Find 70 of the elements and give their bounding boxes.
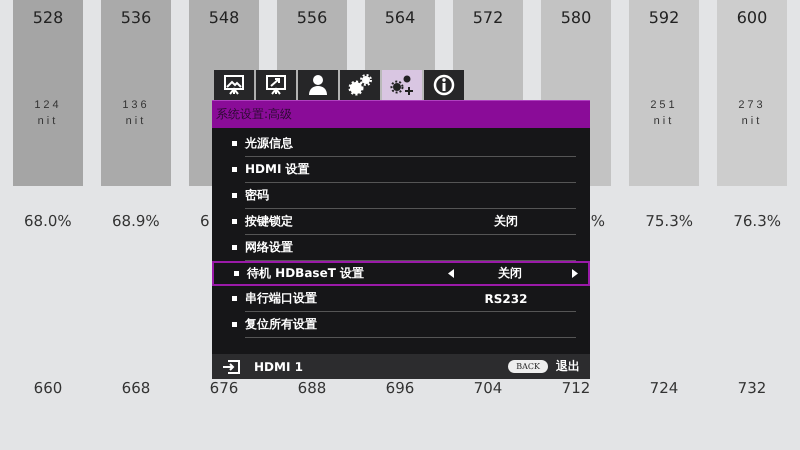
bullet-icon — [232, 322, 237, 327]
percent-label: 76.3% — [733, 212, 781, 232]
gears-icon — [348, 74, 372, 96]
gears-plus-icon — [390, 74, 414, 96]
bullet-icon — [234, 271, 239, 276]
percent-label: 68.0% — [24, 212, 72, 232]
menu-tab[interactable] — [424, 70, 464, 100]
menu-item[interactable]: 光源信息 — [245, 131, 576, 157]
setting-value: 关闭 — [498, 265, 522, 282]
bullet-icon — [232, 167, 237, 172]
percent-label: % — [590, 212, 605, 232]
menu-item[interactable]: 按键锁定 关闭 — [245, 209, 576, 235]
menu-item[interactable]: 密码 — [245, 183, 576, 209]
bottom-value: 660 — [34, 379, 62, 397]
easel-arrow-icon — [265, 74, 287, 96]
menu-item[interactable]: 复位所有设置 — [245, 312, 576, 338]
bar-value: 564 — [384, 8, 416, 27]
menu-tab[interactable] — [256, 70, 296, 100]
menu-tab[interactable] — [298, 70, 338, 100]
easel-picture-icon — [223, 74, 245, 96]
menu-item[interactable]: 网络设置 — [245, 235, 576, 261]
luminance-value: 136 — [122, 98, 150, 113]
menu-item[interactable]: HDMI 设置 — [245, 157, 576, 183]
menu-item[interactable]: 串行端口设置 RS232 — [245, 286, 576, 312]
bottom-value: 724 — [650, 379, 678, 397]
left-arrow-icon[interactable] — [448, 269, 454, 278]
luminance-unit: nit — [38, 114, 58, 129]
back-key: BACK — [508, 360, 548, 373]
percent-label: 75.3% — [645, 212, 693, 232]
menu-tab[interactable] — [214, 70, 254, 100]
input-source-icon — [222, 360, 240, 374]
setting-value: 关闭 — [494, 213, 518, 230]
luminance-value: 124 — [34, 98, 62, 113]
bar-value: 592 — [648, 8, 680, 27]
menu-title: 系统设置:高级 — [212, 100, 590, 128]
bullet-icon — [232, 193, 237, 198]
bullet-icon — [232, 141, 237, 146]
bullet-icon — [232, 296, 237, 301]
bottom-value: 676 — [210, 379, 238, 397]
bar-value: 548 — [208, 8, 240, 27]
bar-value: 572 — [472, 8, 504, 27]
menu-tab[interactable] — [382, 70, 422, 100]
bar-value: 556 — [296, 8, 328, 27]
bullet-icon — [232, 245, 237, 250]
bottom-value: 712 — [562, 379, 590, 397]
bullet-icon — [232, 219, 237, 224]
luminance-unit: nit — [126, 114, 146, 129]
menu-tab[interactable] — [340, 70, 380, 100]
bottom-value: 668 — [122, 379, 150, 397]
bar-value: 580 — [560, 8, 592, 27]
bottom-value: 732 — [738, 379, 766, 397]
bottom-value: 688 — [298, 379, 326, 397]
bottom-value: 704 — [474, 379, 502, 397]
luminance-unit: nit — [654, 114, 674, 129]
bottom-value: 696 — [386, 379, 414, 397]
bar-value: 528 — [32, 8, 64, 27]
exit-label: 退出 — [556, 358, 580, 375]
luminance-unit: nit — [742, 114, 762, 129]
input-source: HDMI 1 — [254, 360, 304, 374]
percent-label: 68.9% — [112, 212, 160, 232]
user-icon — [307, 74, 329, 96]
bar-value: 600 — [736, 8, 768, 27]
right-arrow-icon[interactable] — [572, 269, 578, 278]
info-icon — [433, 74, 455, 96]
luminance-value: 273 — [738, 98, 766, 113]
percent-label: 6 — [200, 212, 210, 232]
bar-value: 536 — [120, 8, 152, 27]
setting-value: RS232 — [484, 292, 528, 306]
menu-item[interactable]: 待机 HDBaseT 设置 关闭 — [212, 261, 590, 286]
luminance-value: 251 — [650, 98, 678, 113]
